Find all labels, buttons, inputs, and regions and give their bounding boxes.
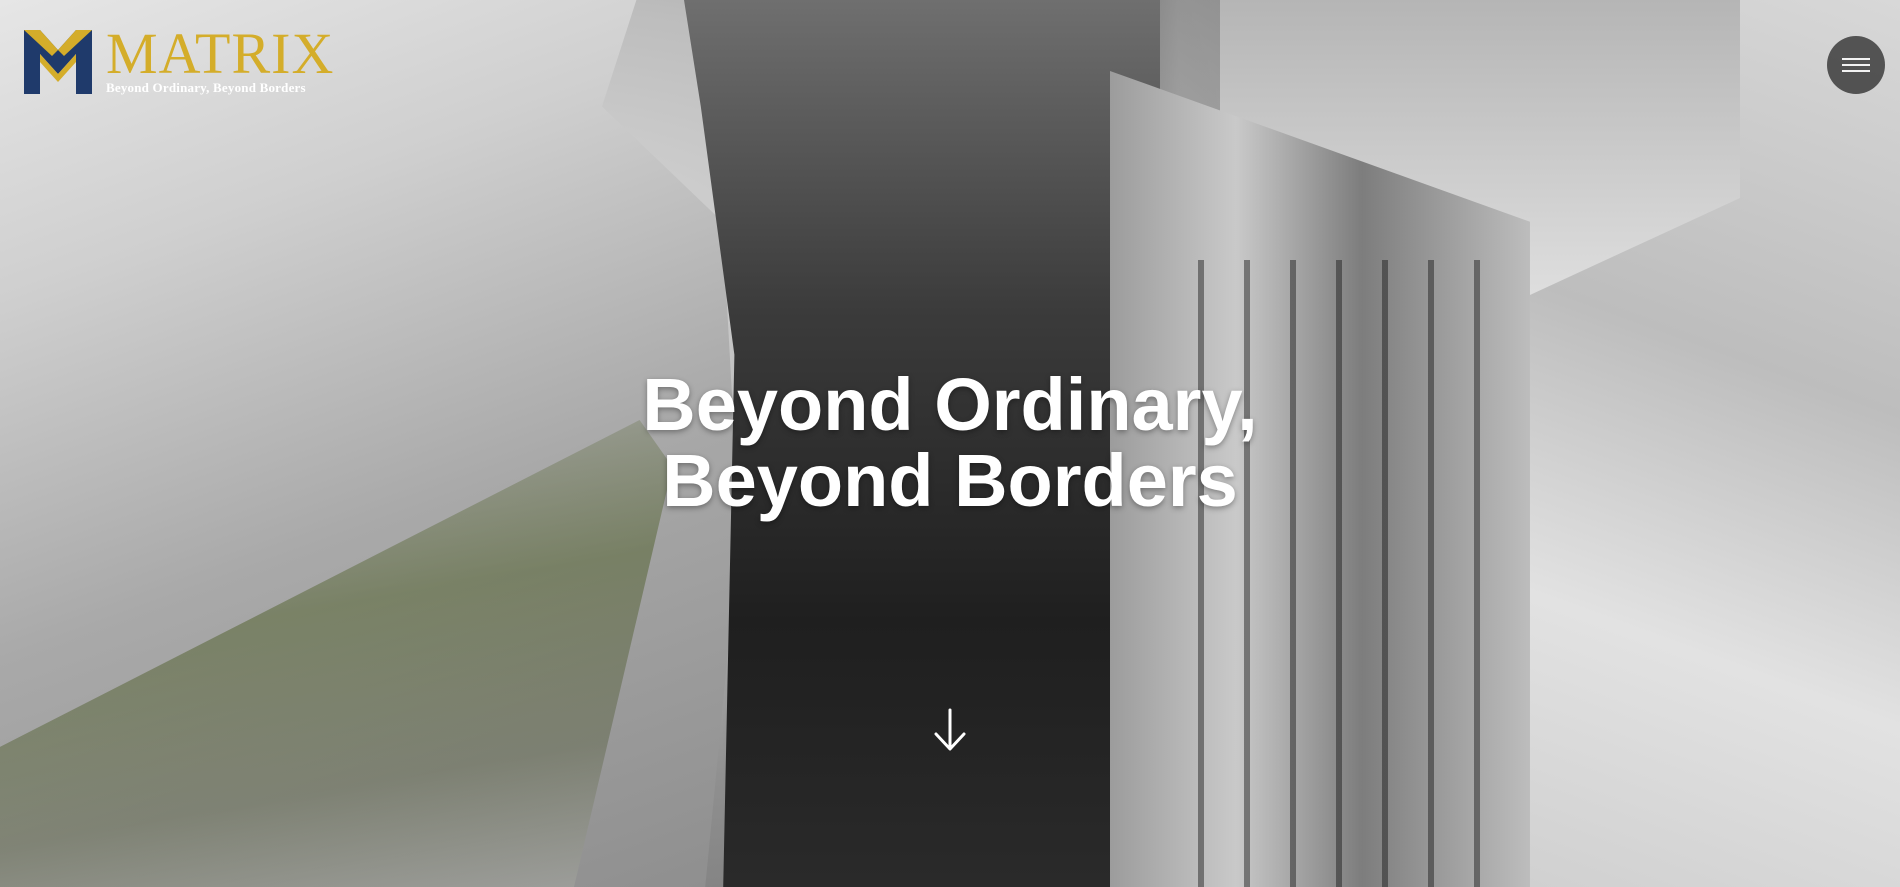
logo-wordmark: MATRIX <box>106 21 335 86</box>
logo-mark-icon <box>24 30 92 94</box>
headline-line-1: Beyond Ordinary, <box>642 363 1258 446</box>
marble-wall-streaks <box>1180 260 1480 887</box>
site-logo[interactable]: MATRIX Beyond Ordinary, Beyond Borders <box>22 21 335 96</box>
scroll-down-button[interactable] <box>928 706 972 754</box>
menu-button[interactable] <box>1827 36 1885 94</box>
hamburger-menu-icon <box>1842 55 1870 75</box>
logo-tagline: Beyond Ordinary, Beyond Borders <box>106 80 306 95</box>
hero-headline: Beyond Ordinary, Beyond Borders <box>0 367 1900 519</box>
arrow-down-icon <box>934 708 966 751</box>
headline-line-2: Beyond Borders <box>662 439 1238 522</box>
